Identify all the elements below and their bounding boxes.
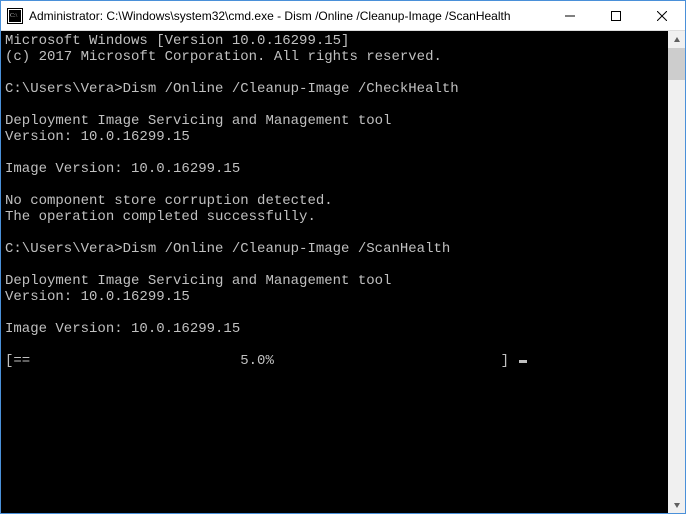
cmd-icon: C:\ <box>7 8 23 24</box>
close-button[interactable] <box>639 1 685 30</box>
scroll-up-button[interactable] <box>668 31 685 48</box>
command-1: Dism /Online /Cleanup-Image /CheckHealth <box>123 81 459 97</box>
prompt-1: C:\Users\Vera> <box>5 81 123 97</box>
line-winver: Microsoft Windows [Version 10.0.16299.15… <box>5 33 349 49</box>
maximize-button[interactable] <box>593 1 639 30</box>
console-area: Microsoft Windows [Version 10.0.16299.15… <box>1 31 685 513</box>
prompt-2: C:\Users\Vera> <box>5 241 123 257</box>
scrollbar-track[interactable] <box>668 48 685 496</box>
cursor-icon <box>519 360 527 363</box>
line-version: Version: 10.0.16299.15 <box>5 129 190 145</box>
window-controls <box>547 1 685 30</box>
line-result1a: No component store corruption detected. <box>5 193 333 209</box>
command-2: Dism /Online /Cleanup-Image /ScanHealth <box>123 241 451 257</box>
console-output[interactable]: Microsoft Windows [Version 10.0.16299.15… <box>1 31 668 513</box>
line-image-version: Image Version: 10.0.16299.15 <box>5 161 240 177</box>
scroll-down-button[interactable] <box>668 496 685 513</box>
cmd-window: C:\ Administrator: C:\Windows\system32\c… <box>0 0 686 514</box>
window-title: Administrator: C:\Windows\system32\cmd.e… <box>29 9 547 23</box>
line-version2: Version: 10.0.16299.15 <box>5 289 190 305</box>
line-result1b: The operation completed successfully. <box>5 209 316 225</box>
progress-bar: [== 5.0% ] <box>5 353 517 369</box>
vertical-scrollbar[interactable] <box>668 31 685 513</box>
line-tool: Deployment Image Servicing and Managemen… <box>5 113 391 129</box>
svg-text:C:\: C:\ <box>10 13 18 19</box>
minimize-button[interactable] <box>547 1 593 30</box>
scrollbar-thumb[interactable] <box>668 48 685 80</box>
line-image-version2: Image Version: 10.0.16299.15 <box>5 321 240 337</box>
titlebar[interactable]: C:\ Administrator: C:\Windows\system32\c… <box>1 1 685 31</box>
line-copyright: (c) 2017 Microsoft Corporation. All righ… <box>5 49 442 65</box>
line-tool2: Deployment Image Servicing and Managemen… <box>5 273 391 289</box>
